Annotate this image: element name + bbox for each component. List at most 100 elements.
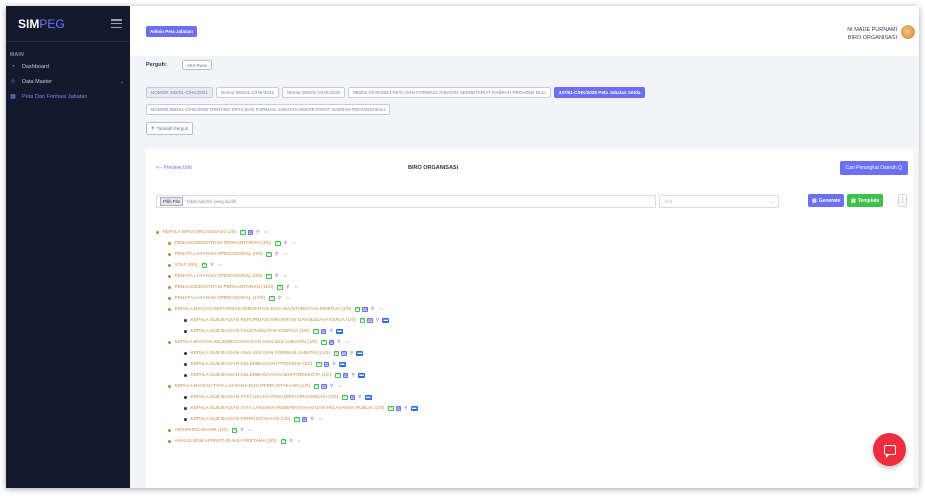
message-icon[interactable]: ▭: [292, 285, 299, 291]
message-icon[interactable]: ▬: [338, 362, 346, 368]
perguh-tab[interactable]: Nomor 905/01-C/HK/2022: [282, 87, 346, 98]
message-icon[interactable]: ▭: [263, 230, 270, 236]
message-icon[interactable]: ▬: [356, 351, 364, 357]
tree-node-label[interactable]: KEPALA SUB BAGIAN REFORMASI BIROKRASI DA…: [191, 318, 356, 323]
tree-node-label[interactable]: PENGADMINISTRASI PERKANTORAN (3/0): [175, 241, 272, 246]
edit-icon[interactable]: ✎: [316, 362, 322, 368]
grid-icon[interactable]: ▦: [341, 351, 347, 357]
tree-node-label[interactable]: KEPALA SUB BAGIAN ANALISIS DAN FORMASI J…: [191, 351, 330, 356]
menu-toggle-icon[interactable]: [111, 19, 122, 28]
person-icon[interactable]: ⚲: [283, 241, 289, 247]
tree-node-label[interactable]: KEPALA SUB BAGIAN AKUNTABILITAS KINERJA …: [191, 329, 310, 334]
sidebar-item-data-master[interactable]: ☆ Data Master ⌄: [6, 75, 130, 88]
person-icon[interactable]: ⚲: [285, 285, 291, 291]
edit-icon[interactable]: ✎: [388, 406, 394, 412]
perguh-tab[interactable]: NOMOR 362/01-C/HK/2021: [146, 87, 213, 98]
tree-node-label[interactable]: PENATA LAYANAN OPERASIONAL (0/0): [175, 252, 263, 257]
person-icon[interactable]: ⚲: [274, 252, 280, 258]
person-icon[interactable]: ⚲: [309, 417, 315, 423]
tree-node-label[interactable]: ANALIS SDM APARATUR AHLI PERTAMA (3/0): [175, 439, 277, 444]
grid-icon[interactable]: ▦: [328, 340, 335, 346]
message-icon[interactable]: ▬: [335, 329, 343, 335]
cari-perangkat-daerah-button[interactable]: Cari Perangkat Daerah Q: [839, 161, 908, 175]
message-icon[interactable]: ▬: [410, 406, 418, 412]
person-icon[interactable]: ⚲: [349, 351, 355, 357]
chat-button[interactable]: [873, 433, 906, 466]
person-icon[interactable]: ⚲: [370, 307, 376, 313]
person-icon[interactable]: ⚲: [403, 406, 409, 412]
person-icon[interactable]: ⚲: [277, 296, 283, 302]
grid-icon[interactable]: ▦: [301, 417, 308, 423]
message-icon[interactable]: ▭: [344, 340, 351, 346]
person-icon[interactable]: ⚲: [350, 373, 356, 379]
person-icon[interactable]: ⚲: [357, 395, 363, 401]
edit-icon[interactable]: ✎: [266, 274, 272, 280]
template-button[interactable]: ▤ Template: [847, 194, 884, 207]
grid-icon[interactable]: ▦: [362, 307, 368, 313]
message-icon[interactable]: ▬: [357, 373, 365, 379]
grid-icon[interactable]: ▦: [320, 329, 327, 335]
perguh-tab[interactable]: NOMOR 660/01-C/HK/2025 TENTANG PETA DAN …: [146, 104, 391, 115]
edit-icon[interactable]: ✎: [313, 384, 320, 390]
grid-icon[interactable]: ▦: [367, 318, 373, 324]
edit-icon[interactable]: ✎: [275, 241, 281, 247]
person-icon[interactable]: ⚲: [375, 318, 381, 324]
person-icon[interactable]: ⚲: [239, 428, 245, 434]
edit-icon[interactable]: ✎: [269, 296, 275, 302]
sidebar-item-peta-formasi[interactable]: ▦ Peta Dan Formasi Jabatan: [6, 90, 130, 103]
grid-icon[interactable]: ▦: [323, 362, 330, 368]
tree-node-label[interactable]: KEPALA SUB BAGIAN PERPUSTAKAAN (1/0): [191, 417, 291, 422]
tree-node-label[interactable]: STAF (0/0): [175, 263, 198, 268]
message-icon[interactable]: ▭: [281, 252, 288, 258]
message-icon[interactable]: ▭: [317, 417, 324, 423]
choose-file-button[interactable]: Pilih File: [160, 197, 184, 206]
edit-icon[interactable]: ✎: [335, 373, 341, 379]
edit-icon[interactable]: ✎: [342, 395, 348, 401]
person-icon[interactable]: ⚲: [274, 274, 280, 280]
edit-icon[interactable]: ✎: [201, 263, 208, 269]
tree-node-label[interactable]: KEPALA BAGIAN REFORMASI BIROKRASI DAN AK…: [175, 307, 351, 312]
message-icon[interactable]: ▭: [284, 296, 291, 302]
tree-node-label[interactable]: KEPALA SUB BAGIAN TATA USAHA PADA BIRO O…: [191, 395, 339, 400]
edit-icon[interactable]: ✎: [354, 307, 361, 313]
message-icon[interactable]: ▭: [247, 428, 254, 434]
tree-node-label[interactable]: PENATA LAYANAN OPERASIONAL (17/0): [175, 296, 266, 301]
sidebar-item-dashboard[interactable]: ◔ Dashboard: [6, 60, 130, 73]
grid-icon[interactable]: ▦: [342, 373, 349, 379]
person-icon[interactable]: ⚲: [331, 362, 337, 368]
app-logo[interactable]: SIMPEG: [18, 17, 65, 31]
edit-icon[interactable]: ✎: [359, 318, 366, 324]
perguh-tab[interactable]: 883/01-C/HK/2024 PETA DAN FORMASI JABATA…: [348, 87, 551, 98]
edit-icon[interactable]: ✎: [240, 230, 246, 236]
avatar[interactable]: [901, 25, 915, 39]
person-icon[interactable]: ⚲: [336, 340, 342, 346]
edit-icon[interactable]: ✎: [277, 285, 283, 291]
generate-button[interactable]: ▤ Generate: [808, 194, 845, 207]
tree-node-label[interactable]: KEPALA SUB BAGIAN KELEMBAGAAN KABUPATEN/…: [191, 373, 332, 378]
person-icon[interactable]: ⚲: [328, 329, 334, 335]
message-icon[interactable]: ▭: [281, 274, 288, 280]
atur-ruan-button[interactable]: Atur Ruan: [182, 60, 213, 70]
edit-icon[interactable]: ✎: [294, 417, 300, 423]
grid-icon[interactable]: ▦: [247, 230, 253, 236]
user-info[interactable]: NI MADE PURNAMI BIRO ORGANISASI: [847, 26, 897, 42]
file-input[interactable]: Pilih File Tidak ada file yang dipilih: [156, 195, 656, 208]
tree-node-label[interactable]: KEPALA BAGIAN TATA LAKSANA DAN PERPUSTAK…: [175, 384, 310, 389]
tree-node-label[interactable]: ARSIPARIS MAHIR (1/0): [175, 428, 228, 433]
perguh-tab[interactable]: 337/01-C/HK/2025 Peta Jabatan Setda: [553, 87, 646, 98]
tree-node-label[interactable]: KEPALA BAGIAN KELEMBAGAAN DAN ANALISIS J…: [175, 340, 318, 345]
tree-node-label[interactable]: KEPALA SUB BAGIAN TATA LAKSANA PEMERINTA…: [191, 406, 385, 411]
grid-icon[interactable]: ▦: [321, 384, 327, 390]
edit-icon[interactable]: ✎: [266, 252, 272, 258]
edit-icon[interactable]: ✎: [313, 329, 319, 335]
tree-node-label[interactable]: KEPALA BIRO ORGANISASI (1/0): [163, 230, 237, 235]
more-options-icon[interactable]: ⋮: [898, 194, 907, 207]
tree-node-label[interactable]: PENGADMINISTRASI PERKANTORAN (11/0): [175, 285, 274, 290]
message-icon[interactable]: ▭: [377, 307, 384, 313]
perguh-tab[interactable]: Nomor 858/01-C/HK/2021: [215, 87, 280, 98]
message-icon[interactable]: ▭: [336, 384, 343, 390]
message-icon[interactable]: ▬: [382, 318, 390, 324]
message-icon[interactable]: ▭: [296, 439, 303, 445]
message-icon[interactable]: ▬: [364, 395, 372, 401]
person-icon[interactable]: ⚲: [209, 263, 215, 269]
